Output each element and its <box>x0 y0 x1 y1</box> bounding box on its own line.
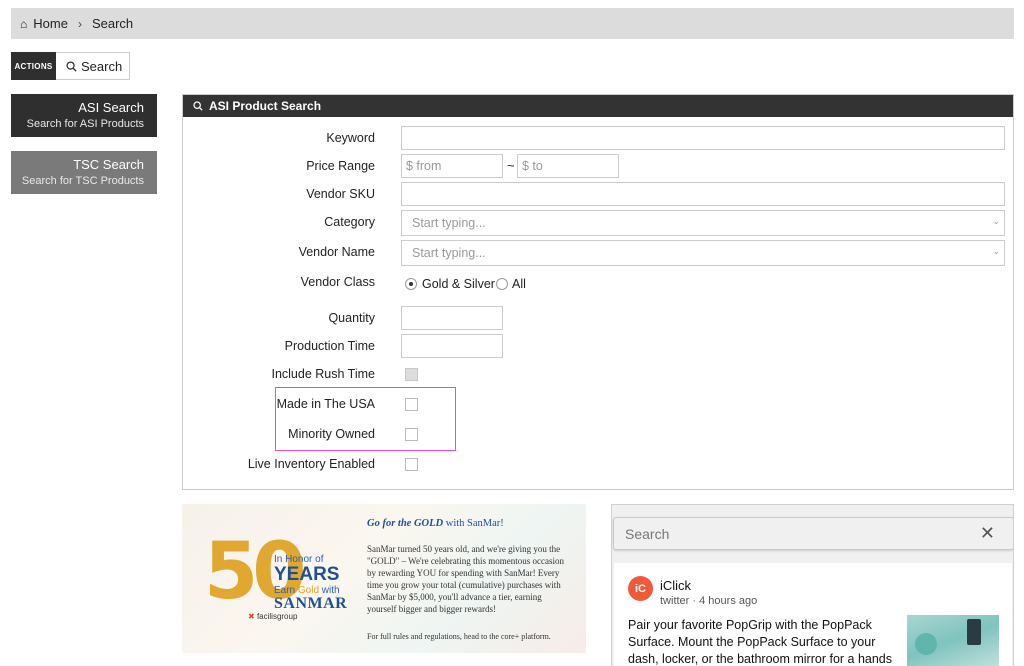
panel-header: ASI Product Search <box>183 95 1013 117</box>
banner-headline: Go for the GOLD with SanMar! <box>367 518 504 529</box>
made-in-usa-label: Made in The USA <box>276 397 375 411</box>
price-to-input[interactable]: $ to <box>517 154 619 178</box>
post-meta: twitter · 4 hours ago <box>660 595 758 607</box>
panel-title: ASI Product Search <box>209 99 322 113</box>
vendor-class-option-label: All <box>512 277 526 291</box>
actions-label[interactable]: ACTIONS <box>11 52 56 80</box>
vendor-class-radio-gold-silver[interactable] <box>405 278 417 290</box>
quantity-label: Quantity <box>328 311 375 325</box>
search-icon <box>66 60 77 72</box>
banner-footnote: For full rules and regulations, head to … <box>367 632 551 641</box>
post-author[interactable]: iClick <box>660 578 691 593</box>
sidebar-item-subtitle: Search for ASI Products <box>26 118 144 130</box>
vendor-name-placeholder: Start typing... <box>412 246 486 260</box>
feed-search-placeholder: Search <box>625 525 670 542</box>
vendor-sku-label: Vendor SKU <box>306 187 375 201</box>
actions-search-label: Search <box>81 58 123 74</box>
vendor-class-radio-all[interactable] <box>496 278 508 290</box>
actions-search-button[interactable]: Search <box>56 52 130 80</box>
breadcrumb: ⌂ Home › Search <box>11 8 1014 39</box>
include-rush-time-label: Include Rush Time <box>271 367 375 381</box>
price-to-placeholder: $ to <box>522 159 543 173</box>
live-inventory-label: Live Inventory Enabled <box>247 457 375 471</box>
promo-banner[interactable]: 50 In Honor of YEARS Earn Gold with SANM… <box>182 504 586 653</box>
category-placeholder: Start typing... <box>412 216 486 230</box>
banner-body: SanMar turned 50 years old, and we're gi… <box>367 544 565 614</box>
production-time-input[interactable] <box>401 334 503 358</box>
feed-post[interactable]: iC iClick twitter · 4 hours ago Pair you… <box>614 563 1012 666</box>
sidebar-item-subtitle: Search for TSC Products <box>21 175 144 187</box>
post-text: Pair your favorite PopGrip with the PopP… <box>628 618 893 666</box>
vendor-class-option-label: Gold & Silver <box>422 277 495 291</box>
category-select[interactable]: Start typing... ⌄ <box>401 210 1005 236</box>
facilisgroup-logo: ✖ facilisgroup <box>248 612 298 621</box>
banner-years-text: YEARS <box>274 564 340 585</box>
avatar: iC <box>628 576 653 601</box>
thumbnail-phone-shape <box>967 619 981 645</box>
breadcrumb-separator: › <box>77 16 82 31</box>
minority-owned-checkbox[interactable] <box>405 428 418 441</box>
production-time-label: Production Time <box>284 339 375 353</box>
sidebar-item-tsc-search[interactable]: TSC Search Search for TSC Products <box>11 151 157 194</box>
vendor-name-label: Vendor Name <box>298 245 375 259</box>
vendor-class-label: Vendor Class <box>300 275 375 289</box>
live-inventory-checkbox[interactable] <box>405 458 418 471</box>
price-from-placeholder: $ from <box>406 159 442 173</box>
include-rush-time-checkbox[interactable] <box>405 368 418 381</box>
category-label: Category <box>324 215 375 229</box>
price-range-label: Price Range <box>306 159 375 173</box>
home-icon[interactable]: ⌂ <box>20 17 27 31</box>
social-feed: Search ✕ iC iClick twitter · 4 hours ago… <box>611 504 1014 666</box>
breadcrumb-home[interactable]: Home <box>33 16 68 31</box>
minority-owned-label: Minority Owned <box>288 427 375 441</box>
price-range-separator: ~ <box>507 158 515 173</box>
post-thumbnail[interactable] <box>907 615 999 666</box>
keyword-label: Keyword <box>326 131 375 145</box>
search-icon <box>193 101 203 111</box>
sanmar-logo: SANMAR <box>274 595 348 612</box>
keyword-input[interactable] <box>401 126 1005 150</box>
price-from-input[interactable]: $ from <box>401 154 503 178</box>
sidebar-item-title: ASI Search <box>78 100 144 115</box>
sidebar-item-title: TSC Search <box>73 157 144 172</box>
vendor-sku-input[interactable] <box>401 182 1005 206</box>
asi-product-search-panel: ASI Product Search Keyword Price Range $… <box>182 94 1014 490</box>
actions-bar: ACTIONS Search <box>11 52 130 80</box>
breadcrumb-current: Search <box>91 16 134 31</box>
made-in-usa-checkbox[interactable] <box>405 398 418 411</box>
chevron-down-icon: ⌄ <box>992 216 1000 226</box>
feed-search-input[interactable]: Search ✕ <box>613 517 1013 550</box>
vendor-name-select[interactable]: Start typing... ⌄ <box>401 240 1005 266</box>
chevron-down-icon: ⌄ <box>992 246 1000 256</box>
close-icon[interactable]: ✕ <box>980 523 995 544</box>
thumbnail-shape <box>915 633 937 655</box>
quantity-input[interactable] <box>401 306 503 330</box>
sidebar-item-asi-search[interactable]: ASI Search Search for ASI Products <box>11 94 157 137</box>
